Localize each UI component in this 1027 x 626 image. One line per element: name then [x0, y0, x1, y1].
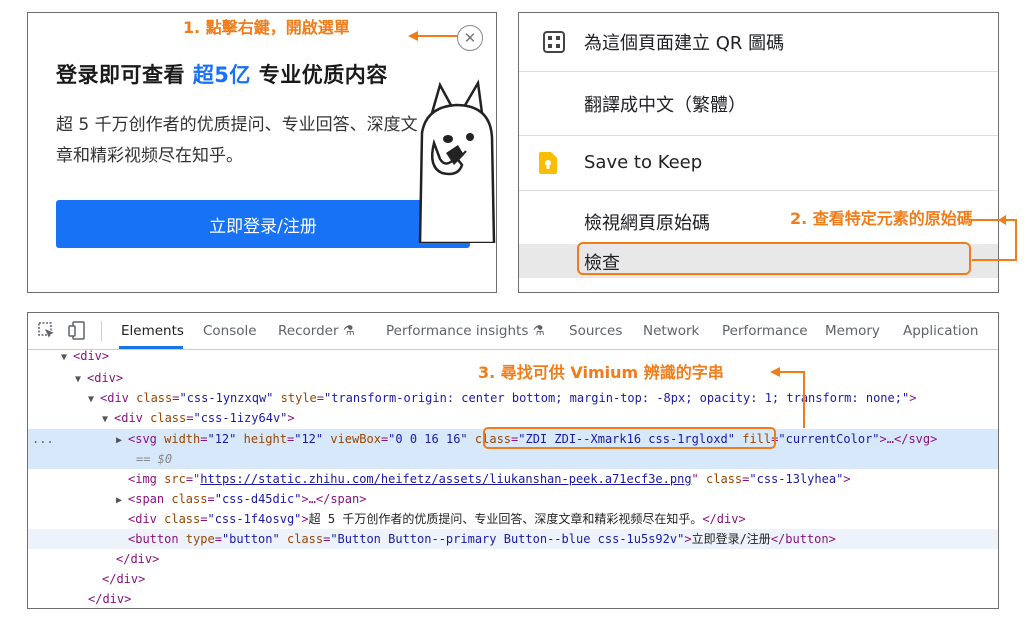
qr-code-icon: [543, 31, 565, 53]
menu-divider: [519, 71, 998, 72]
expand-triangle-icon[interactable]: ▼: [61, 348, 73, 368]
image-source-link[interactable]: https://static.zhihu.com/heifetz/assets/…: [200, 472, 691, 486]
login-popup: 登录即可查看 超5亿 专业优质内容 超 5 千万创作者的优质提问、专业回答、深度…: [27, 12, 497, 293]
menu-item-save-to-keep[interactable]: Save to Keep: [519, 133, 998, 191]
dom-node-close[interactable]: </div>: [28, 549, 998, 569]
login-description: 超 5 千万创作者的优质提问、专业回答、深度文章和精彩视频尽在知乎。: [56, 115, 418, 166]
devtools-panel: Elements Console Recorder ⚗ Performance …: [27, 312, 999, 609]
close-icon[interactable]: ✕: [457, 25, 483, 51]
keep-icon: [539, 152, 557, 174]
mascot-image: [418, 79, 496, 243]
flask-icon: ⚗: [528, 323, 545, 339]
expand-triangle-icon[interactable]: ▼: [102, 410, 114, 430]
toolbar-divider: [101, 321, 102, 341]
tab-performance[interactable]: Performance: [722, 313, 808, 349]
dom-node-img[interactable]: <img src="https://static.zhihu.com/heife…: [28, 469, 998, 489]
collapsed-triangle-icon[interactable]: ▶: [116, 491, 128, 511]
tab-memory[interactable]: Memory: [825, 313, 880, 349]
expand-triangle-icon[interactable]: ▼: [88, 390, 100, 410]
expand-triangle-icon[interactable]: ▼: [75, 370, 87, 390]
dom-node-div[interactable]: ▼ <div class="css-1izy64v">: [28, 408, 998, 430]
annotation-step3: 3. 尋找可供 Vimium 辨識的字串: [478, 363, 724, 382]
menu-item-label: 檢視網頁原始碼: [584, 213, 710, 234]
selected-node-marker: == $0: [136, 452, 173, 466]
inspect-element-icon[interactable]: [38, 322, 56, 340]
tab-elements[interactable]: Elements: [121, 313, 184, 349]
menu-item-translate[interactable]: 翻譯成中文（繁體）: [519, 75, 998, 133]
annotation-step2: 2. 查看特定元素的原始碼: [790, 209, 973, 228]
dom-node-span[interactable]: ▶ <span class="css-d45dic">…</span>: [28, 489, 998, 511]
login-heading: 登录即可查看 超5亿 专业优质内容: [56, 63, 388, 87]
annotation-highlight-box: [577, 242, 971, 275]
dom-node-close[interactable]: </div>: [28, 589, 998, 608]
flask-icon: ⚗: [338, 323, 355, 339]
tab-console[interactable]: Console: [203, 313, 257, 349]
dom-node-close[interactable]: </div>: [28, 569, 998, 589]
tab-performance-insights[interactable]: Performance insights ⚗: [386, 313, 545, 349]
dom-node-div-text[interactable]: <div class="css-1f4osvg">超 5 千万创作者的优质提问、…: [28, 509, 998, 529]
menu-item-label: 翻譯成中文（繁體）: [584, 95, 746, 116]
tab-sources[interactable]: Sources: [569, 313, 622, 349]
menu-item-create-qr[interactable]: 為這個頁面建立 QR 圖碼: [519, 13, 998, 71]
menu-item-label: Save to Keep: [584, 151, 703, 173]
dom-node-div[interactable]: ▼ <div class="css-1ynzxqw" style="transfo…: [28, 388, 998, 410]
tab-recorder[interactable]: Recorder ⚗: [278, 313, 355, 349]
annotation-arrow-icon: [972, 215, 1017, 261]
devtools-toolbar: Elements Console Recorder ⚗ Performance …: [28, 313, 998, 350]
tab-network[interactable]: Network: [643, 313, 699, 349]
menu-divider: [519, 190, 998, 191]
annotation-arrow-icon: [770, 367, 805, 428]
login-register-button[interactable]: 立即登录/注册: [56, 200, 470, 248]
menu-item-label: 為這個頁面建立 QR 圖碼: [584, 33, 785, 54]
annotation-highlight-box: [483, 427, 776, 449]
device-toolbar-icon[interactable]: [68, 321, 86, 341]
more-options-icon[interactable]: ...: [32, 429, 54, 449]
tab-application[interactable]: Application: [903, 313, 978, 349]
annotation-step1: 1. 點擊右鍵，開啟選單: [183, 18, 350, 37]
annotation-arrow-icon: [408, 31, 458, 41]
collapsed-triangle-icon[interactable]: ▶: [116, 431, 128, 451]
dom-node-button[interactable]: <button type="button" class="Button Butt…: [28, 529, 998, 549]
